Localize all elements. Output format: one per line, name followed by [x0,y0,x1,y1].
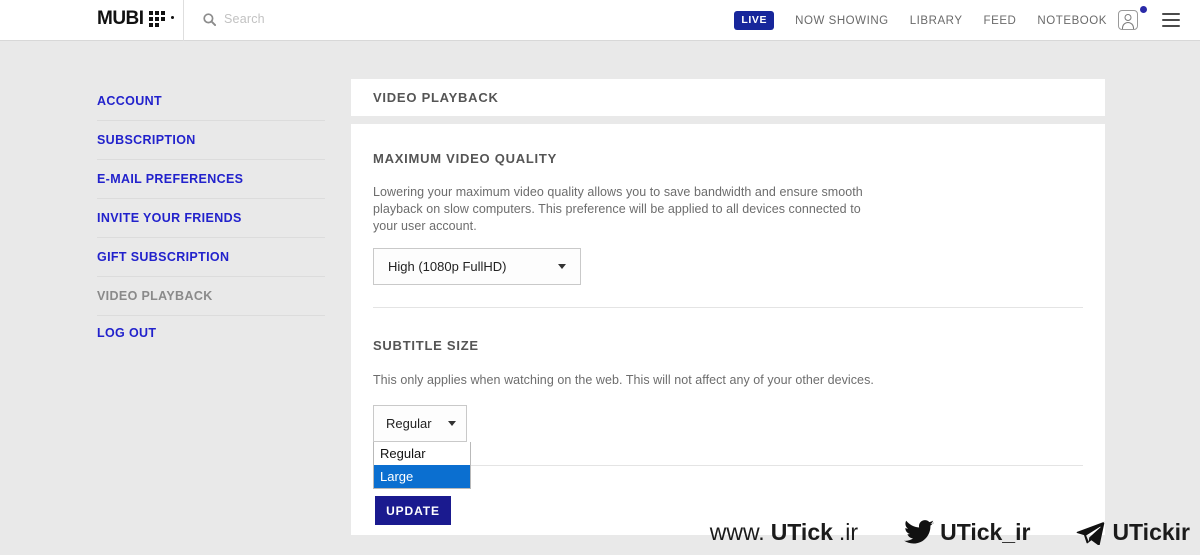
video-quality-select[interactable]: High (1080p FullHD) [373,248,581,285]
sidebar-item-log-out[interactable]: LOG OUT [97,316,325,350]
panel-header: VIDEO PLAYBACK [351,79,1105,116]
section-description-maximum-video-quality: Lowering your maximum video quality allo… [373,185,863,233]
sidebar-item-gift-subscription[interactable]: GIFT SUBSCRIPTION [97,238,325,277]
section-description-subtitle-size: This only applies when watching on the w… [373,373,874,387]
logo-text: MUBI [97,8,144,29]
nav-item-library[interactable]: LIBRARY [910,15,963,27]
sidebar-item-label: GIFT SUBSCRIPTION [97,250,230,264]
video-quality-selected-value: High (1080p FullHD) [388,259,507,274]
section-divider [373,307,1083,308]
main-nav: LIVE NOW SHOWING LIBRARY FEED NOTEBOOK [734,0,1107,41]
telegram-plane-icon [1076,520,1106,545]
watermark-website-prefix: www. [709,519,765,545]
watermark-telegram: UTickir [1076,519,1190,546]
sidebar-item-label: INVITE YOUR FRIENDS [97,211,242,225]
mubi-logo[interactable]: MUBI [97,9,174,28]
sidebar-item-video-playback[interactable]: VIDEO PLAYBACK [97,277,325,316]
watermark-website: www. UTick .ir [710,519,858,546]
sidebar-item-account[interactable]: ACCOUNT [97,82,325,121]
search-placeholder-text: Search [224,12,265,26]
topbar-divider [183,0,184,41]
watermark-twitter-handle: UTick_ir [940,519,1031,545]
subtitle-size-section: SUBTITLE SIZE This only applies when wat… [373,338,1013,389]
watermark-overlay: www. UTick .ir UTick_ir UTickir [710,519,1190,546]
subtitle-size-select[interactable]: Regular [373,405,467,442]
avatar-icon [1118,10,1138,30]
mubi-dot-grid-logo-icon [148,11,165,27]
sidebar-item-label: SUBSCRIPTION [97,133,196,147]
nav-item-now-showing[interactable]: NOW SHOWING [795,15,889,27]
nav-item-notebook[interactable]: NOTEBOOK [1037,15,1107,27]
watermark-website-suffix: .ir [838,519,859,545]
section-heading-subtitle-size: SUBTITLE SIZE [373,338,479,353]
watermark-telegram-handle: UTickir [1112,519,1190,545]
subtitle-size-selected-value: Regular [386,416,432,431]
chevron-down-icon [558,264,566,269]
sidebar-item-label: LOG OUT [97,326,157,340]
hamburger-menu-icon[interactable] [1162,13,1180,27]
search-icon [203,12,216,26]
watermark-website-name: UTick [770,519,833,545]
settings-sidebar: ACCOUNT SUBSCRIPTION E-MAIL PREFERENCES … [97,82,325,350]
nav-item-feed[interactable]: FEED [984,15,1017,27]
settings-panel: MAXIMUM VIDEO QUALITY Lowering your maxi… [351,124,1105,535]
sidebar-item-subscription[interactable]: SUBSCRIPTION [97,121,325,160]
page-title: VIDEO PLAYBACK [373,90,499,105]
notification-dot-icon [1140,6,1147,13]
search-input[interactable]: Search [203,12,265,26]
section-heading-maximum-video-quality: MAXIMUM VIDEO QUALITY [373,151,558,166]
twitter-bird-icon [904,520,935,545]
top-navigation-bar: MUBI Search LIVE NOW SHOWING LIBRARY FEE… [0,0,1200,41]
maximum-video-quality-section: MAXIMUM VIDEO QUALITY Lowering your maxi… [373,151,893,235]
update-button[interactable]: UPDATE [375,496,451,525]
avatar[interactable] [1118,6,1147,32]
nav-live-badge[interactable]: LIVE [734,11,775,30]
sidebar-item-invite-your-friends[interactable]: INVITE YOUR FRIENDS [97,199,325,238]
dropdown-option-large[interactable]: Large [374,465,470,488]
section-divider [373,465,1083,466]
subtitle-size-dropdown-options: Regular Large [373,442,471,489]
sidebar-item-label: VIDEO PLAYBACK [97,289,213,303]
chevron-down-icon [448,421,456,426]
mubi-logo-accent-dot-icon [170,15,174,19]
watermark-twitter: UTick_ir [904,519,1030,546]
sidebar-item-label: E-MAIL PREFERENCES [97,172,244,186]
dropdown-option-regular[interactable]: Regular [374,442,470,465]
sidebar-item-email-preferences[interactable]: E-MAIL PREFERENCES [97,160,325,199]
sidebar-item-label: ACCOUNT [97,94,162,108]
